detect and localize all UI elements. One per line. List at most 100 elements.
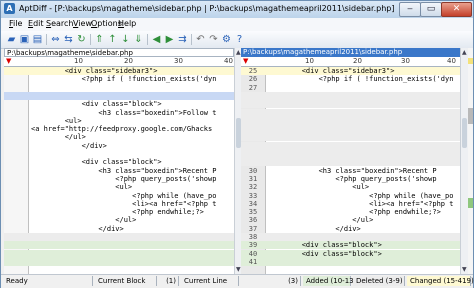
- code-line[interactable]: <h3 class="boxedin">Follow t: [4, 109, 234, 117]
- ruler-caret-icon: ▼: [243, 57, 249, 65]
- options-icon[interactable]: ⚙: [221, 34, 232, 45]
- left-file-path[interactable]: P:\backups\magatheme\sidebar.php: [4, 48, 234, 57]
- code-line[interactable]: <a href="http://feedproxy.google.com/Gha…: [4, 125, 234, 133]
- line-number: 34: [248, 199, 258, 208]
- code-line[interactable]: [4, 266, 234, 274]
- toolbar-separator: [147, 34, 148, 45]
- scroll-down-icon[interactable]: ▼: [236, 266, 241, 273]
- code-line[interactable]: <ul>: [4, 117, 234, 125]
- code-line[interactable]: <li><a href="<?php t: [4, 200, 234, 208]
- code-line[interactable]: [4, 249, 234, 258]
- title-bar[interactable]: A AptDiff - [P:\backups\magatheme\sideba…: [1, 1, 473, 18]
- next-diff-icon[interactable]: ↓: [120, 34, 131, 45]
- code-line[interactable]: <div class="block">: [4, 100, 234, 108]
- help-icon[interactable]: ?: [234, 34, 245, 45]
- line-code: <h3 class="boxedin">Recent P: [31, 166, 217, 175]
- copy-right-icon[interactable]: ▶: [164, 34, 175, 45]
- copy-left-icon[interactable]: ◀: [151, 34, 162, 45]
- right-file-path[interactable]: P:\backups\magathemeapril2011\sidebar.ph…: [241, 48, 460, 57]
- menu-file[interactable]: File: [9, 19, 22, 28]
- code-line[interactable]: 38: [241, 233, 460, 241]
- code-line[interactable]: 37 </div>: [241, 225, 460, 233]
- compare-icon[interactable]: ⇔: [50, 34, 61, 45]
- code-line[interactable]: [4, 233, 234, 241]
- open-icon[interactable]: ▰: [6, 34, 17, 45]
- line-code: <h3 class="boxedin">Follow t: [31, 108, 217, 117]
- code-line[interactable]: [4, 84, 234, 92]
- scroll-down-icon[interactable]: ▼: [462, 266, 467, 273]
- code-line[interactable]: [4, 150, 234, 158]
- left-diff-pane[interactable]: P:\backups\magatheme\sidebar.php ▼ 10 20…: [4, 48, 234, 274]
- code-line[interactable]: <div class="block">: [4, 158, 234, 166]
- code-line[interactable]: [241, 133, 460, 142]
- code-line[interactable]: 41: [241, 257, 460, 266]
- code-line[interactable]: [241, 266, 460, 274]
- code-line[interactable]: <?php endwhile;?>: [4, 208, 234, 216]
- code-line[interactable]: </div>: [4, 142, 234, 150]
- map-deleted-marker: [468, 108, 473, 124]
- code-line[interactable]: 26 <?php if ( !function_exists('dyn: [241, 75, 460, 83]
- code-line[interactable]: 39 <div class="block">: [241, 241, 460, 250]
- right-diff-pane[interactable]: P:\backups\magathemeapril2011\sidebar.ph…: [241, 48, 460, 274]
- minimize-button[interactable]: ‒: [399, 2, 421, 17]
- menu-search[interactable]: Search: [46, 19, 73, 28]
- code-line[interactable]: 27: [241, 84, 460, 92]
- prev-diff-icon[interactable]: ↑: [107, 34, 118, 45]
- code-line[interactable]: <div class="sidebar3">: [4, 67, 234, 75]
- diff-location-map[interactable]: [468, 48, 473, 274]
- code-line[interactable]: 33 <?php while (have_po: [241, 192, 460, 200]
- code-line[interactable]: 40 <div class="block">: [241, 249, 460, 258]
- copy-all-icon[interactable]: ⇉: [177, 34, 188, 45]
- line-code: </ul>: [31, 133, 86, 142]
- code-line[interactable]: <?php query_posts('showp: [4, 175, 234, 183]
- code-line[interactable]: [241, 100, 460, 109]
- code-line[interactable]: </ul>: [4, 216, 234, 224]
- left-column-ruler: ▼ 10 20 30 40: [4, 57, 234, 67]
- code-line[interactable]: [4, 257, 234, 266]
- save-icon[interactable]: ▣: [19, 34, 30, 45]
- refresh-icon[interactable]: ↻: [76, 34, 87, 45]
- code-line[interactable]: <ul>: [4, 183, 234, 191]
- swap-icon[interactable]: ⇆: [63, 34, 74, 45]
- line-code: </div>: [31, 224, 124, 233]
- ruler-label: 40: [224, 57, 233, 65]
- code-line[interactable]: [241, 158, 460, 167]
- menu-view[interactable]: View: [73, 19, 92, 28]
- code-line[interactable]: [241, 116, 460, 125]
- code-line[interactable]: [241, 141, 460, 150]
- code-line[interactable]: [4, 91, 234, 100]
- code-line[interactable]: <h3 class="boxedin">Recent P: [4, 167, 234, 175]
- maximize-button[interactable]: ▭: [420, 2, 442, 17]
- code-line[interactable]: 32 <ul>: [241, 183, 460, 191]
- code-line[interactable]: [241, 108, 460, 117]
- last-diff-icon[interactable]: ⇓: [133, 34, 144, 45]
- right-scroll-thumb[interactable]: [462, 118, 467, 148]
- code-line[interactable]: [241, 150, 460, 158]
- code-line[interactable]: <?php if ( !function_exists('dyn: [4, 75, 234, 83]
- code-line[interactable]: [241, 91, 460, 100]
- close-button[interactable]: ✕: [441, 2, 472, 17]
- scroll-up-icon[interactable]: ▲: [462, 49, 467, 56]
- undo-icon[interactable]: ↶: [195, 34, 206, 45]
- code-line[interactable]: </div>: [4, 225, 234, 233]
- code-line[interactable]: [4, 241, 234, 250]
- line-number: 32: [248, 183, 258, 192]
- scroll-up-icon[interactable]: ▲: [236, 49, 241, 56]
- code-line[interactable]: 31 <?php query_posts('showp: [241, 175, 460, 183]
- redo-icon[interactable]: ↷: [208, 34, 219, 45]
- code-line[interactable]: 35 <?php endwhile;?>: [241, 208, 460, 216]
- code-line[interactable]: 30 <h3 class="boxedin">Recent P: [241, 167, 460, 175]
- first-diff-icon[interactable]: ⇑: [94, 34, 105, 45]
- code-line[interactable]: 25 <div class="sidebar3">: [241, 67, 460, 75]
- menu-help[interactable]: Help: [118, 19, 136, 28]
- code-line[interactable]: 36 </ul>: [241, 216, 460, 224]
- code-line[interactable]: [241, 125, 460, 134]
- right-scrollbar[interactable]: ▲ ▼: [460, 48, 468, 274]
- menu-edit[interactable]: Edit: [28, 19, 44, 28]
- code-line[interactable]: 34 <li><a href="<?php t: [241, 200, 460, 208]
- line-number: 27: [248, 83, 258, 92]
- save-as-icon[interactable]: ▤: [32, 34, 43, 45]
- line-code: <?php while (have_po: [31, 191, 217, 200]
- code-line[interactable]: <?php while (have_po: [4, 192, 234, 200]
- code-line[interactable]: </ul>: [4, 133, 234, 141]
